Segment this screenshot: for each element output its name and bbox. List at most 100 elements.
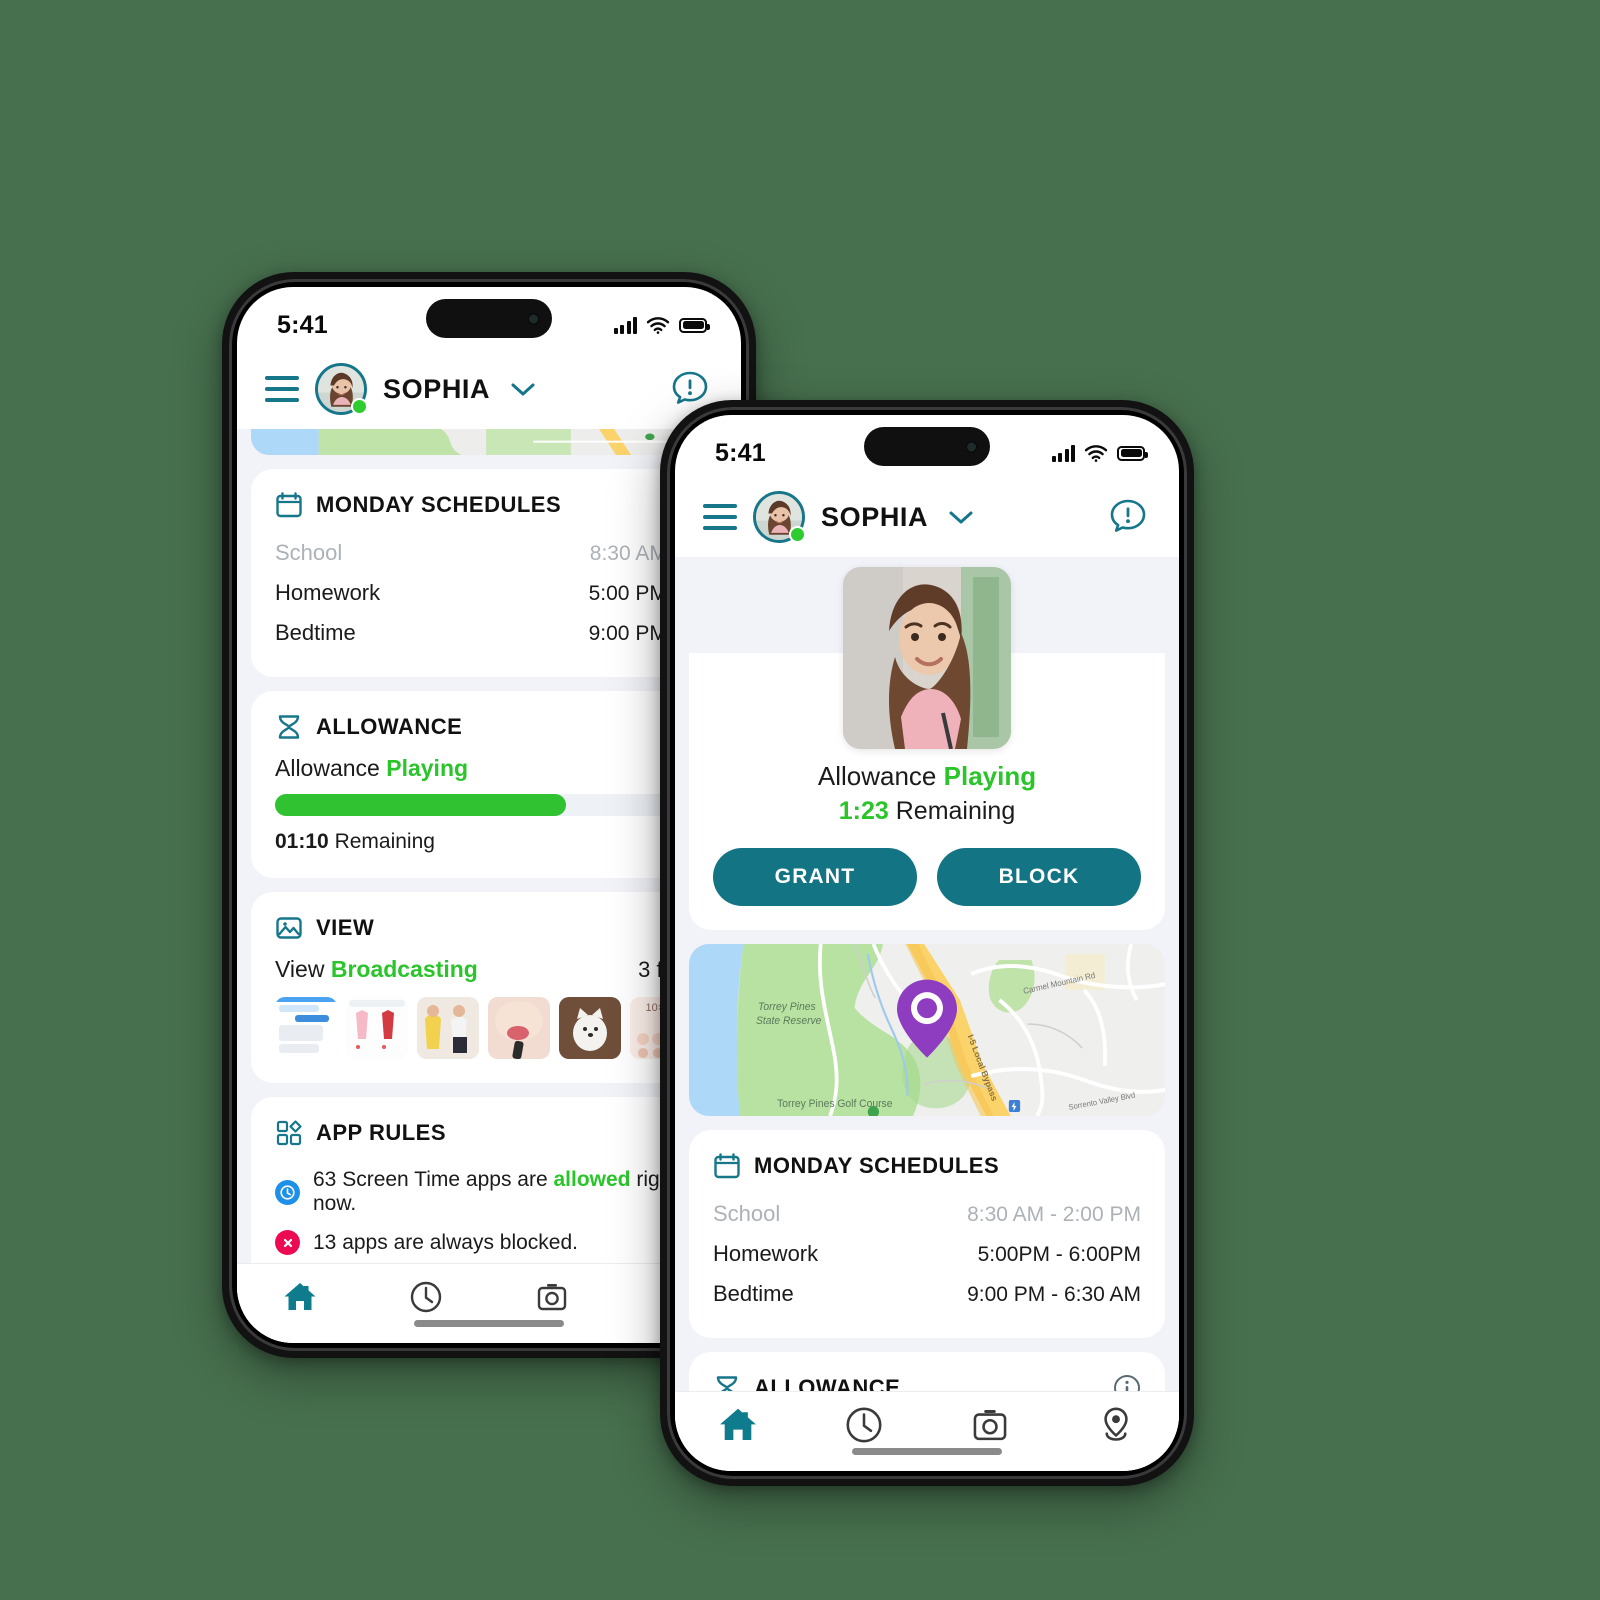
- phone-screen-front: 5:41 SOPHIA Allowance Playing 1:23 Remai…: [675, 415, 1179, 1471]
- cellular-bars-icon: [1051, 444, 1075, 462]
- allowance-remaining-value: 01:10: [275, 830, 329, 853]
- apps-grid-icon: [276, 1120, 302, 1146]
- clock-icon: [846, 1407, 882, 1443]
- child-profile-photo[interactable]: [843, 567, 1011, 749]
- tab-home[interactable]: [709, 1400, 767, 1450]
- schedule-time: 9:00 PM - 6:30 AM: [967, 1283, 1141, 1306]
- app-body-front[interactable]: Allowance Playing 1:23 Remaining GRANT B…: [675, 557, 1179, 1471]
- tab-camera[interactable]: [961, 1400, 1019, 1450]
- allowance-card-back[interactable]: ALLOWANCE Allowance Playing 01:10 Remain…: [251, 691, 727, 878]
- list-item[interactable]: [488, 997, 550, 1059]
- schedules-header-back: MONDAY SCHEDULES: [275, 491, 703, 519]
- map-image-back: Sorrento Valley Blvd: [251, 429, 727, 455]
- chevron-down-icon[interactable]: [510, 381, 536, 397]
- schedule-row-bedtime[interactable]: Bedtime 9:00 PM - 6:30 AM: [713, 1274, 1141, 1314]
- status-bar-front: 5:41: [675, 415, 1179, 477]
- wifi-icon: [1084, 445, 1108, 462]
- tab-bar-front[interactable]: [675, 1391, 1179, 1471]
- location-pin-icon[interactable]: [893, 976, 961, 1060]
- lipgloss-closeup-thumb: [488, 997, 550, 1059]
- list-item[interactable]: [559, 997, 621, 1059]
- view-header-back: VIEW: [275, 914, 703, 942]
- app-rules-header-back: APP RULES: [275, 1119, 703, 1147]
- hero-allowance-card[interactable]: Allowance Playing 1:23 Remaining GRANT B…: [689, 567, 1165, 930]
- hero-allowance-state: Playing: [943, 761, 1037, 791]
- allowance-progress-track-back: [275, 794, 703, 816]
- screenshot-stage: 5:41 SOPHIA MONDAY SCHEDULES School 8:30…: [0, 0, 1600, 1600]
- app-header-back: SOPHIA: [237, 349, 741, 429]
- list-item[interactable]: [417, 997, 479, 1059]
- schedule-name: Bedtime: [713, 1281, 794, 1306]
- list-item[interactable]: [275, 997, 337, 1059]
- grant-button[interactable]: GRANT: [713, 848, 917, 906]
- avatar[interactable]: [315, 363, 368, 415]
- phone-device-front: 5:41 SOPHIA Allowance Playing 1:23 Remai…: [660, 400, 1194, 1486]
- online-status-dot: [789, 526, 806, 543]
- alert-bubble-icon[interactable]: [669, 368, 711, 410]
- child-name-label: SOPHIA: [383, 373, 491, 404]
- clock-icon: [410, 1281, 442, 1313]
- battery-full-icon: [1117, 445, 1148, 461]
- schedule-row-school-back[interactable]: School 8:30 AM - 2:: [275, 533, 703, 573]
- tab-location[interactable]: [1087, 1400, 1145, 1450]
- allowance-header-back: ALLOWANCE: [275, 713, 703, 741]
- schedule-row-homework-back[interactable]: Homework 5:00 PM - 6:: [275, 573, 703, 613]
- home-icon: [720, 1408, 756, 1441]
- list-item[interactable]: [346, 997, 408, 1059]
- view-label: View: [275, 956, 325, 982]
- wifi-icon: [646, 317, 670, 334]
- map-card-back[interactable]: Sorrento Valley Blvd: [251, 429, 727, 455]
- schedule-row-homework[interactable]: Homework 5:00PM - 6:00PM: [713, 1234, 1141, 1274]
- allowance-state: Playing: [386, 755, 469, 781]
- schedules-card-front[interactable]: MONDAY SCHEDULES School 8:30 AM - 2:00 P…: [689, 1130, 1165, 1338]
- hamburger-menu-icon[interactable]: [703, 504, 737, 530]
- front-camera-icon: [965, 440, 978, 453]
- schedule-name: School: [275, 540, 343, 565]
- view-status-line-back: View Broadcasting 3 flags: [275, 956, 703, 983]
- view-thumbnail-strip[interactable]: 10×14 140: [275, 997, 741, 1059]
- schedule-row-bedtime-back[interactable]: Bedtime 9:00 PM - 6:: [275, 613, 703, 653]
- camera-icon: [537, 1284, 567, 1311]
- online-status-dot: [351, 398, 368, 415]
- allowance-remaining-label: Remaining: [334, 830, 435, 853]
- tab-home[interactable]: [271, 1272, 329, 1322]
- hero-time-remaining: 1:23: [838, 797, 889, 825]
- x-icon: [275, 1230, 300, 1255]
- app-rule-pre: 63 Screen Time apps are: [313, 1168, 554, 1191]
- app-rules-title-back: APP RULES: [316, 1120, 447, 1145]
- tab-camera[interactable]: [523, 1272, 581, 1322]
- schedules-header-front: MONDAY SCHEDULES: [713, 1152, 1141, 1180]
- white-dog-thumb: [559, 997, 621, 1059]
- calendar-icon: [276, 492, 302, 518]
- view-card-back[interactable]: VIEW View Broadcasting 3 flags: [251, 892, 741, 1083]
- schedule-row-school[interactable]: School 8:30 AM - 2:00 PM: [713, 1194, 1141, 1234]
- status-indicators: [1051, 444, 1148, 462]
- hero-allowance-status: Allowance Playing: [713, 761, 1141, 792]
- allowance-progress-fill-back: [275, 794, 567, 816]
- child-name-label: SOPHIA: [821, 501, 929, 532]
- allowance-label: Allowance: [275, 755, 380, 781]
- avatar[interactable]: [753, 491, 806, 543]
- app-header-front: SOPHIA: [675, 477, 1179, 557]
- schedule-name: Bedtime: [275, 620, 356, 645]
- schedules-title-front: MONDAY SCHEDULES: [754, 1153, 1000, 1178]
- tab-history[interactable]: [835, 1400, 893, 1450]
- child-profile-photo-image: [843, 567, 1011, 749]
- map-card-front[interactable]: Torrey Pines State Reserve Torrey Pines …: [689, 944, 1165, 1116]
- svg-text:State Reserve: State Reserve: [756, 1015, 822, 1027]
- app-rule-highlight: allowed: [553, 1168, 631, 1191]
- block-button[interactable]: BLOCK: [937, 848, 1141, 906]
- schedules-title-back: MONDAY SCHEDULES: [316, 492, 562, 517]
- tab-history[interactable]: [397, 1272, 455, 1322]
- image-icon: [276, 917, 302, 939]
- shopping-dresses-thumb: [346, 997, 408, 1059]
- clock-icon: [275, 1179, 300, 1205]
- calendar-icon: [714, 1153, 740, 1179]
- schedules-card-back[interactable]: MONDAY SCHEDULES School 8:30 AM - 2: Hom…: [251, 469, 727, 677]
- cellular-bars-icon: [613, 316, 637, 334]
- allowance-title-back: ALLOWANCE: [316, 714, 463, 739]
- dynamic-island: [426, 299, 552, 338]
- chevron-down-icon[interactable]: [948, 509, 974, 525]
- hamburger-menu-icon[interactable]: [265, 376, 299, 402]
- alert-bubble-icon[interactable]: [1107, 496, 1149, 538]
